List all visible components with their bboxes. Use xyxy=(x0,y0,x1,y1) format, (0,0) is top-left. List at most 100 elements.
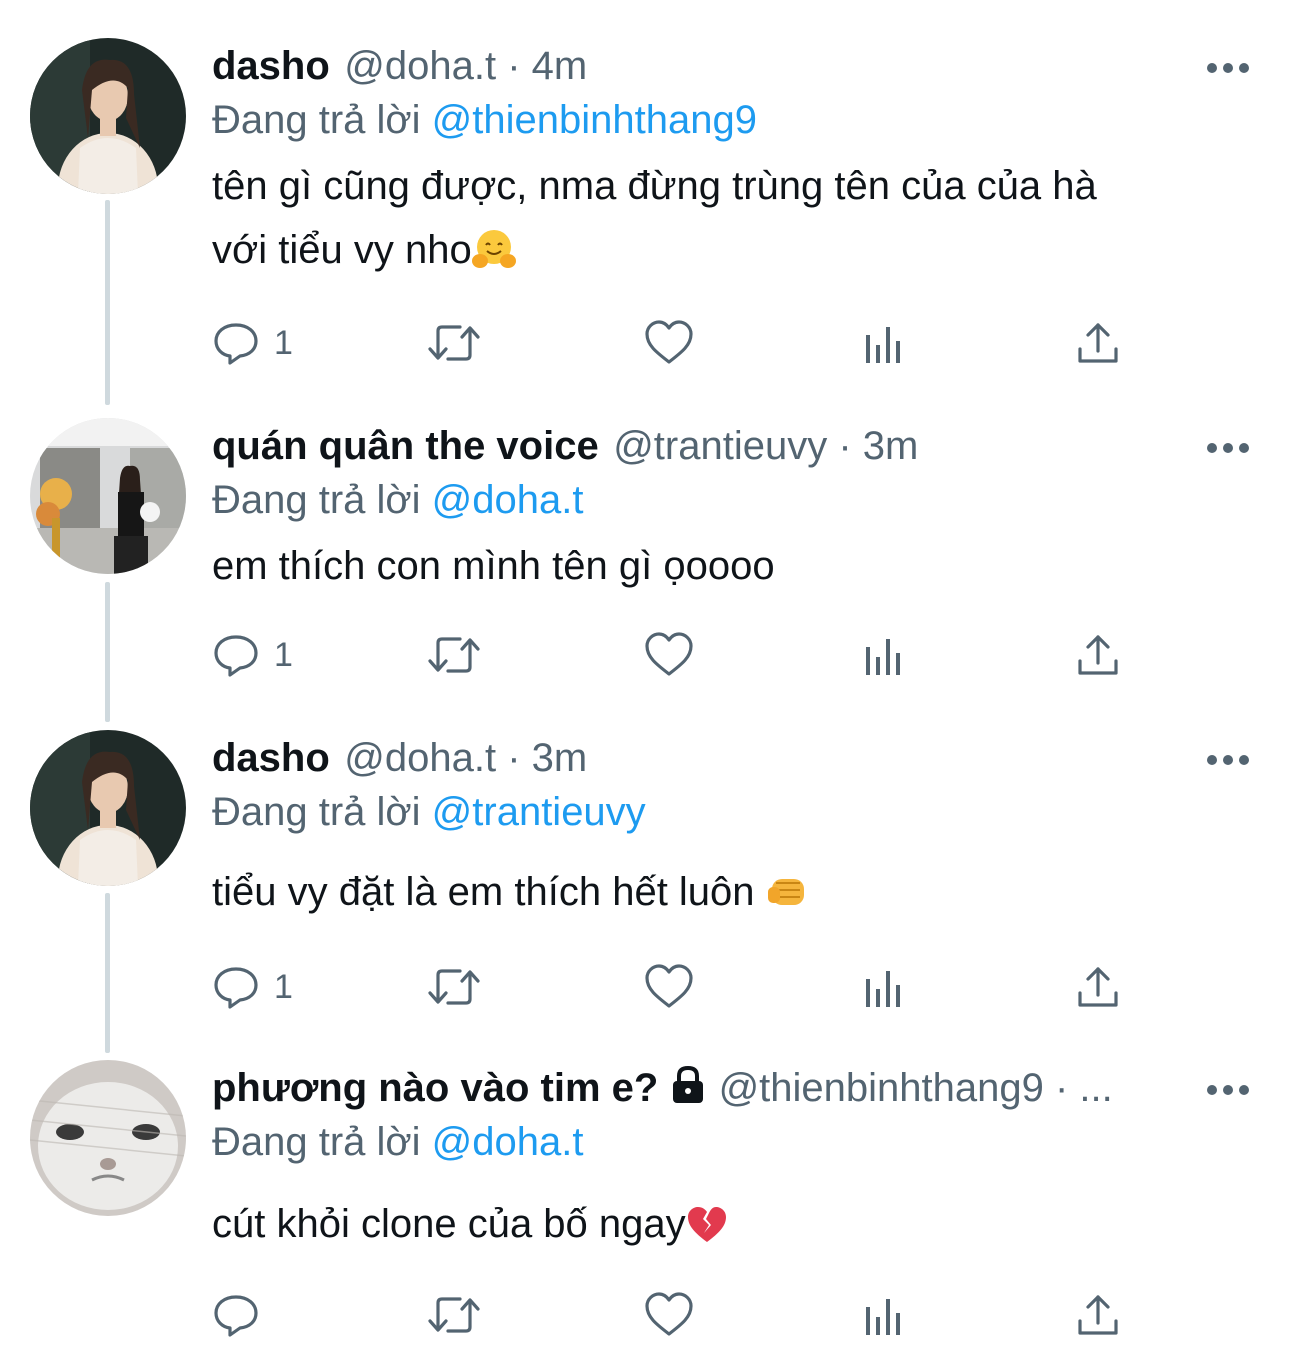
analytics-icon xyxy=(866,1299,900,1335)
share-button[interactable] xyxy=(1076,318,1120,368)
handle[interactable]: @doha.t xyxy=(341,736,496,780)
reply-button[interactable] xyxy=(212,1290,274,1340)
tweet[interactable]: dasho @doha.t · 4m Đang trả lời @thienbi… xyxy=(0,38,1290,398)
tweet[interactable]: dasho @doha.t · 3m Đang trả lời @trantie… xyxy=(0,730,1290,1050)
replying-to: Đang trả lời @thienbinhthang9 xyxy=(212,94,757,146)
display-name[interactable]: dasho xyxy=(212,44,330,88)
tweet-text-line: tiểu vy đặt là em thích hết luôn xyxy=(212,860,1242,924)
tweet-header: dasho @doha.t · 4m xyxy=(212,40,1192,92)
avatar-photo xyxy=(30,1060,186,1216)
handle-text[interactable]: @doha.t xyxy=(344,44,496,88)
tweet-text: cút khỏi clone của bố ngay xyxy=(212,1192,1242,1256)
replying-to-mention[interactable]: @doha.t xyxy=(432,478,584,522)
reply-button[interactable]: 1 xyxy=(212,318,293,368)
separator: · xyxy=(827,424,863,468)
retweet-button[interactable] xyxy=(426,1290,482,1340)
tweet-header: dasho @doha.t · 3m xyxy=(212,732,1192,784)
tweet-text-line: tên gì cũng được, nma đừng trùng tên của… xyxy=(212,164,1097,208)
handle-text[interactable]: @doha.t xyxy=(344,736,496,780)
avatar[interactable] xyxy=(30,38,186,194)
display-name[interactable]: quán quân the voice xyxy=(212,424,599,468)
retweet-icon xyxy=(428,637,480,673)
replying-to-label: Đang trả lời xyxy=(212,478,432,522)
like-button[interactable] xyxy=(644,630,694,680)
timestamp[interactable]: 3m xyxy=(532,736,588,780)
retweet-button[interactable] xyxy=(426,318,482,368)
replying-to-label: Đang trả lời xyxy=(212,1120,432,1164)
handle-text[interactable]: @thienbinhthang9 xyxy=(719,1066,1044,1110)
analytics-button[interactable] xyxy=(862,630,906,680)
replying-to-mention[interactable]: @doha.t xyxy=(432,1120,584,1164)
timestamp-truncated[interactable]: ... xyxy=(1079,1066,1112,1110)
tweet-text-line: với tiểu vy nho xyxy=(212,218,1242,282)
retweet-icon xyxy=(428,1297,480,1333)
retweet-icon xyxy=(428,969,480,1005)
avatar[interactable] xyxy=(30,730,186,886)
reply-icon xyxy=(214,1295,258,1337)
tweet-text: tiểu vy đặt là em thích hết luôn xyxy=(212,860,1242,924)
more-options-icon[interactable] xyxy=(1196,436,1256,460)
replying-to: Đang trả lời @doha.t xyxy=(212,474,583,526)
share-icon xyxy=(1078,1295,1118,1335)
tweet-text-line: cút khỏi clone của bố ngay xyxy=(212,1192,1242,1256)
reply-button[interactable]: 1 xyxy=(212,630,293,680)
tweet-text-part: cút khỏi clone của bố ngay xyxy=(212,1202,686,1246)
share-button[interactable] xyxy=(1076,630,1120,680)
handle[interactable]: @trantieuvy xyxy=(610,424,827,468)
heart-icon xyxy=(645,964,693,1008)
retweet-button[interactable] xyxy=(426,962,482,1012)
analytics-icon xyxy=(866,971,900,1007)
reply-button[interactable]: 1 xyxy=(212,962,293,1012)
tweet-header: quán quân the voice @trantieuvy · 3m xyxy=(212,420,1192,472)
tweet-text: tên gì cũng được, nma đừng trùng tên của… xyxy=(212,154,1242,282)
share-button[interactable] xyxy=(1076,1290,1120,1340)
lock-icon xyxy=(673,1065,704,1103)
tweet-text-part: với tiểu vy nho xyxy=(212,228,472,272)
separator: · xyxy=(496,736,532,780)
more-options-icon[interactable] xyxy=(1196,1078,1256,1102)
heart-icon xyxy=(645,320,693,364)
more-options-icon[interactable] xyxy=(1196,56,1256,80)
like-button[interactable] xyxy=(644,1290,694,1340)
share-icon xyxy=(1078,323,1118,363)
reply-count: 1 xyxy=(274,967,293,1006)
reply-icon xyxy=(214,635,258,677)
avatar[interactable] xyxy=(30,1060,186,1216)
replying-to: Đang trả lời @doha.t xyxy=(212,1116,583,1168)
reply-count: 1 xyxy=(274,635,293,674)
share-button[interactable] xyxy=(1076,962,1120,1012)
tweet[interactable]: quán quân the voice @trantieuvy · 3m Đan… xyxy=(0,418,1290,718)
replying-to-mention[interactable]: @trantieuvy xyxy=(432,790,646,834)
tweet-actions: 1 xyxy=(212,962,1132,1012)
analytics-button[interactable] xyxy=(862,962,906,1012)
display-name[interactable]: dasho xyxy=(212,736,330,780)
replying-to-label: Đang trả lời xyxy=(212,98,432,142)
like-button[interactable] xyxy=(644,318,694,368)
tweet-text-line: em thích con mình tên gì ọoooo xyxy=(212,544,775,588)
like-button[interactable] xyxy=(644,962,694,1012)
more-options-icon[interactable] xyxy=(1196,748,1256,772)
timestamp[interactable]: 4m xyxy=(532,44,588,88)
retweet-icon xyxy=(428,325,480,361)
analytics-icon xyxy=(866,327,900,363)
avatar[interactable] xyxy=(30,418,186,574)
hugging-face-emoji xyxy=(471,230,516,268)
handle[interactable]: @thienbinhthang9 xyxy=(719,1066,1044,1110)
display-name[interactable]: phương nào vào tim e? xyxy=(212,1066,658,1110)
analytics-button[interactable] xyxy=(862,318,906,368)
handle[interactable]: @doha.t xyxy=(341,44,496,88)
avatar-photo xyxy=(30,730,186,886)
timestamp[interactable]: 3m xyxy=(863,424,919,468)
analytics-button[interactable] xyxy=(862,1290,906,1340)
replying-to-mention[interactable]: @thienbinhthang9 xyxy=(432,98,757,142)
reply-icon xyxy=(214,323,258,365)
tweet-text-part: tiểu vy đặt là em thích hết luôn xyxy=(212,870,766,914)
replying-to-label: Đang trả lời xyxy=(212,790,432,834)
tweet[interactable]: phương nào vào tim e? @thienbinhthang9 ·… xyxy=(0,1060,1290,1358)
broken-heart-emoji xyxy=(687,1207,726,1242)
retweet-button[interactable] xyxy=(426,630,482,680)
heart-icon xyxy=(645,632,693,676)
replying-to: Đang trả lời @trantieuvy xyxy=(212,786,646,838)
handle-text[interactable]: @trantieuvy xyxy=(613,424,827,468)
tweet-header: phương nào vào tim e? @thienbinhthang9 ·… xyxy=(212,1062,1182,1114)
